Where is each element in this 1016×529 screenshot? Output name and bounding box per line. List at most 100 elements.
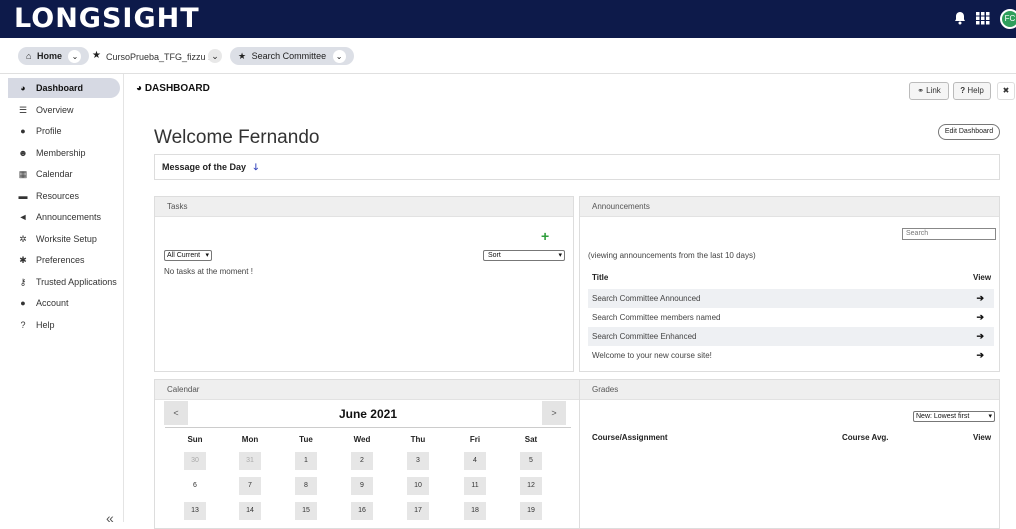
calendar-day[interactable]: 11 [464,477,486,495]
arrow-right-icon[interactable]: ➔ [976,327,984,346]
calendar-day[interactable]: 1 [295,452,317,470]
calendar-day-of-week: Sat [524,435,538,444]
chevron-down-icon: ▾ [558,252,562,259]
grades-panel: Grades New: Lowest first ▾ Course/Assign… [579,379,1000,529]
home-breadcrumb[interactable]: ⌂ Home ⌄ [18,47,90,65]
sidebar-item-membership[interactable]: ☻ Membership [8,143,120,163]
tasks-sort-select[interactable]: Sort ▾ [483,250,565,261]
breadcrumb: ⌂ Home ⌄ ★ CursoPrueba_TFG_fizzu ... ⌄ ★… [0,38,1016,74]
message-of-day-label: Message of the Day [162,162,247,172]
question-circle-icon: ? [20,319,26,330]
sidebar-item-label: Resources [36,190,80,201]
sidebar-item-help[interactable]: ? Help [8,315,120,335]
calendar-day-of-week: Thu [410,435,426,444]
sidebar-item-profile[interactable]: ● Profile [8,121,120,141]
announcement-title[interactable]: Search Committee Announced [592,294,701,303]
calendar-day[interactable]: 10 [407,477,429,495]
folder-icon: ▬ [18,190,28,201]
calendar-day[interactable]: 5 [520,452,542,470]
chevron-down-icon[interactable]: ⌄ [208,49,222,63]
arrow-right-icon[interactable]: ➔ [976,308,984,327]
collapse-sidebar-icon[interactable]: « [106,510,114,526]
bell-icon[interactable] [954,11,966,28]
sidebar-item-label: Overview [36,104,74,115]
fullscreen-icon[interactable]: ✖ [997,82,1015,100]
announcements-panel-title: Announcements [580,197,999,217]
sidebar-item-label: Membership [36,147,86,158]
committee-label: Search Committee [251,51,327,61]
announcement-row[interactable]: Welcome to your new course site! ➔ [588,346,994,365]
help-button[interactable]: ? Help [953,82,991,100]
calendar-next-button[interactable]: > [542,401,566,425]
announcement-title[interactable]: Search Committee members named [592,313,721,322]
calendar-day[interactable]: 30 [184,452,206,470]
site-breadcrumb[interactable]: CursoPrueba_TFG_fizzu ... [106,51,216,63]
arrow-right-icon[interactable]: ➔ [976,346,984,365]
sidebar-item-account[interactable]: ● Account [8,293,120,313]
calendar-panel: Calendar < June 2021 > Sun Mon Tue Wed Thu Fr… [154,379,580,529]
calendar-day-of-week: Wed [353,435,371,444]
calendar-day-of-week: Mon [241,435,259,444]
sidebar-item-calendar[interactable]: ▦ Calendar [8,164,120,184]
sidebar-item-preferences[interactable]: ✱ Preferences [8,250,120,270]
announcements-search-input[interactable]: Search [902,228,996,240]
announcement-title[interactable]: Search Committee Enhanced [592,332,697,341]
calendar-day[interactable]: 2 [351,452,373,470]
logo[interactable]: LONGSIGHT [14,4,200,34]
announcement-row[interactable]: Search Committee members named ➔ [588,308,994,327]
link-button[interactable]: ⚭ Link [909,82,949,100]
link-label: Link [926,86,941,95]
calendar-day[interactable]: 4 [464,452,486,470]
edit-dashboard-button[interactable]: Edit Dashboard [938,124,1000,140]
announcement-row[interactable]: Search Committee Announced ➔ [588,289,994,308]
sidebar-item-trusted-applications[interactable]: ⚷ Trusted Applications [8,272,120,292]
calendar-day[interactable]: 16 [351,502,373,520]
sidebar: ◕ Dashboard ☰ Overview ● Profile ☻ Membership ▦ C… [0,74,124,526]
arrow-right-icon[interactable]: ➔ [976,289,984,308]
page-title: ◕ DASHBOARD [136,82,210,96]
tasks-panel-title: Tasks [155,197,573,217]
announcements-view-header: View [973,273,992,282]
calendar-day[interactable]: 9 [351,477,373,495]
calendar-day[interactable]: 8 [295,477,317,495]
grades-sort-select[interactable]: New: Lowest first ▾ [913,411,995,422]
calendar-day[interactable]: 7 [239,477,261,495]
add-task-icon[interactable]: + [541,229,549,243]
sidebar-item-resources[interactable]: ▬ Resources [8,186,120,206]
committee-breadcrumb[interactable]: ★ Search Committee ⌄ [230,47,354,65]
calendar-day[interactable]: 14 [239,502,261,520]
calendar-day[interactable]: 3 [407,452,429,470]
user-icon: ● [20,298,26,308]
calendar-day[interactable]: 13 [184,502,206,520]
sidebar-item-announcements[interactable]: ◄ Announcements [8,207,120,227]
sidebar-item-dashboard[interactable]: ◕ Dashboard [8,78,120,98]
calendar-day[interactable]: 19 [520,502,542,520]
calendar-day[interactable]: 12 [520,477,542,495]
user-icon: ● [20,126,26,136]
calendar-day[interactable]: 31 [239,452,261,470]
announcement-title[interactable]: Welcome to your new course site! [592,351,712,360]
calendar-day[interactable]: 18 [464,502,486,520]
sidebar-item-worksite-setup[interactable]: ✲ Worksite Setup [8,229,120,249]
calendar-month: June 2021 [338,407,398,421]
apps-grid-icon[interactable] [976,11,990,28]
sidebar-item-label: Help [36,319,55,330]
tasks-filter-select[interactable]: All Current ▾ [164,250,212,261]
announcement-row[interactable]: Search Committee Enhanced ➔ [588,327,994,346]
dashboard-icon: ◕ [136,83,143,94]
dashboard-icon: ◕ [20,83,26,93]
announcements-note: (viewing announcements from the last 10 … [588,251,756,260]
calendar-day[interactable]: 6 [184,477,206,495]
grades-panel-title: Grades [580,380,999,400]
list-icon: ☰ [18,104,28,115]
sidebar-item-overview[interactable]: ☰ Overview [8,100,120,120]
calendar-day[interactable]: 17 [407,502,429,520]
message-of-day-toggle[interactable]: Message of the Day 🡓 [154,154,1000,180]
announcements-title-header: Title [592,273,609,282]
calendar-icon: ▦ [18,169,28,179]
users-icon: ☻ [18,147,28,158]
calendar-day[interactable]: 15 [295,502,317,520]
avatar[interactable]: FC [1000,9,1016,29]
star-icon[interactable]: ★ [92,50,101,62]
page-title-text: DASHBOARD [144,83,210,94]
